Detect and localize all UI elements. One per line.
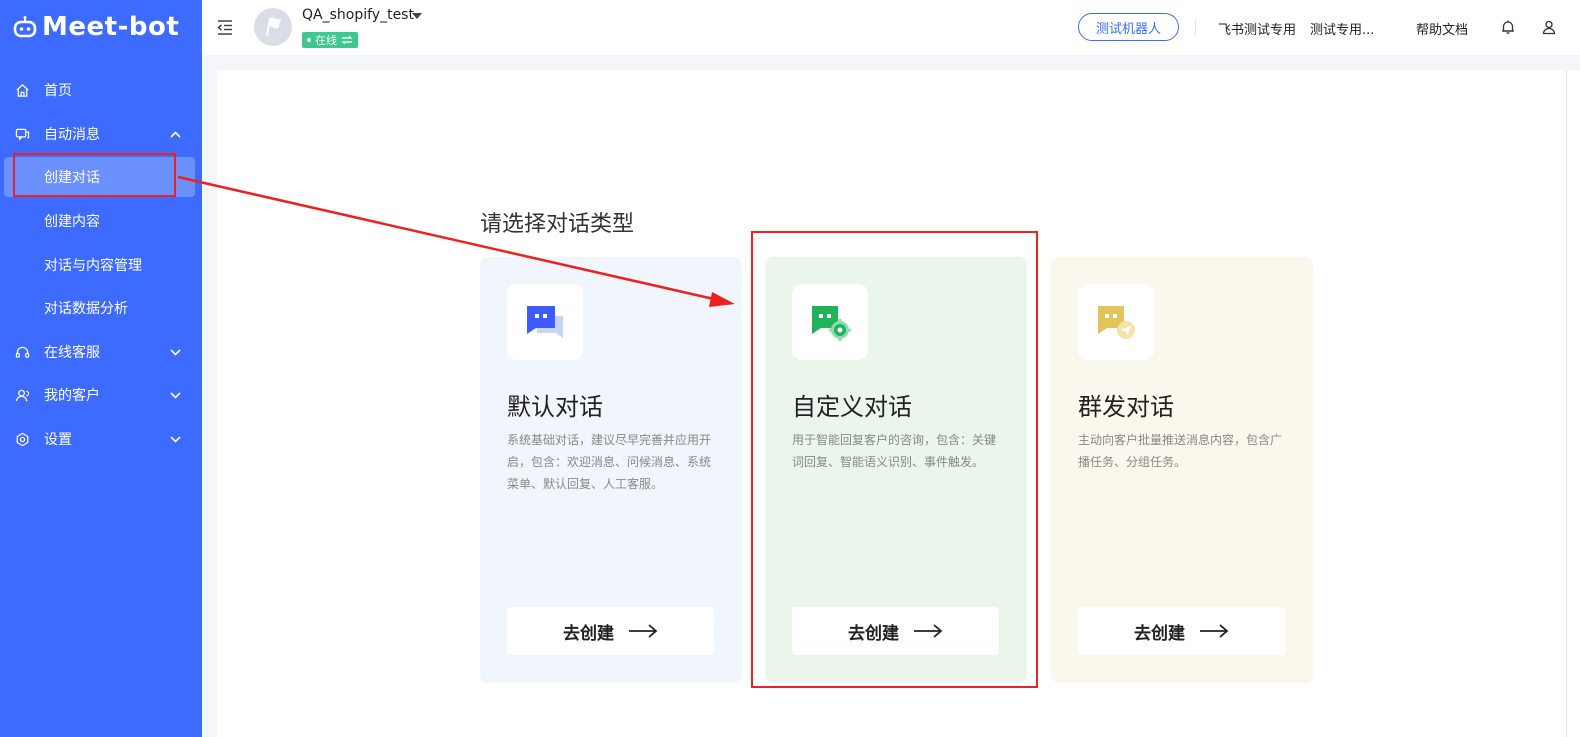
broadcast-chat-icon: [1078, 284, 1154, 360]
home-icon: [14, 82, 30, 98]
robot-logo-icon: [13, 16, 37, 38]
default-chat-icon: [507, 284, 583, 360]
sidebar-item-auto-message[interactable]: 自动消息: [0, 114, 202, 154]
card-title: 默认对话: [507, 393, 603, 421]
test-robot-button[interactable]: 测试机器人: [1078, 13, 1179, 41]
button-label: 去创建: [848, 623, 899, 644]
card-description: 系统基础对话，建议尽早完善并应用开启，包含：欢迎消息、问候消息、系统菜单、默认回…: [507, 433, 712, 491]
sidebar-item-label: 设置: [44, 432, 72, 448]
chat-icon: [14, 126, 30, 142]
header-link-test-only[interactable]: 测试专用...: [1310, 19, 1374, 38]
sidebar-item-label: 自动消息: [44, 127, 100, 143]
headset-icon: [14, 344, 30, 360]
sidebar-item-label: 创建内容: [44, 214, 100, 230]
sidebar-item-label: 首页: [44, 83, 72, 99]
caret-down-icon[interactable]: [411, 11, 423, 21]
divider: [1195, 19, 1196, 35]
user-profile-icon[interactable]: [1541, 19, 1557, 35]
page-title: 请选择对话类型: [480, 212, 635, 237]
chevron-up-icon: [168, 127, 182, 141]
button-label: 去创建: [1134, 623, 1185, 644]
sidebar-item-label: 对话数据分析: [44, 301, 128, 317]
sidebar-item-label: 创建对话: [44, 170, 100, 186]
status-text: 在线: [315, 34, 337, 47]
card-default-dialog: 默认对话 系统基础对话，建议尽早完善并应用开启，包含：欢迎消息、问候消息、系统菜…: [480, 257, 742, 683]
collapse-menu-icon[interactable]: [216, 18, 234, 36]
scrollbar-track: [1566, 70, 1567, 737]
custom-chat-icon: [792, 284, 868, 360]
help-docs-link[interactable]: 帮助文档: [1416, 19, 1468, 38]
card-description: 主动向客户批量推送消息内容，包含广播任务、分组任务。: [1078, 433, 1283, 469]
user-icon: [14, 387, 30, 403]
sidebar-item-label: 对话与内容管理: [44, 258, 142, 274]
sidebar-item-create-dialog[interactable]: 创建对话: [0, 157, 202, 197]
status-dot: [307, 38, 311, 42]
arrow-right-icon: [914, 624, 943, 638]
chevron-down-icon: [168, 432, 182, 446]
card-broadcast-dialog: 群发对话 主动向客户批量推送消息内容，包含广播任务、分组任务。 去创建: [1051, 257, 1313, 683]
status-badge[interactable]: 在线: [302, 32, 358, 48]
flag-avatar-icon: [266, 17, 281, 37]
bell-icon[interactable]: [1500, 19, 1516, 35]
sidebar-item-dialog-analytics[interactable]: 对话数据分析: [0, 288, 202, 328]
sidebar-item-label: 在线客服: [44, 345, 100, 361]
card-title: 群发对话: [1078, 393, 1174, 421]
sidebar-item-dialog-content-management[interactable]: 对话与内容管理: [0, 245, 202, 285]
sidebar-item-online-service[interactable]: 在线客服: [0, 332, 202, 372]
sidebar-item-create-content[interactable]: 创建内容: [0, 201, 202, 241]
account-name[interactable]: QA_shopify_test: [302, 7, 414, 23]
sidebar-item-home[interactable]: 首页: [0, 70, 202, 110]
brand-logo[interactable]: Meet-bot: [12, 10, 179, 44]
create-broadcast-dialog-button[interactable]: 去创建: [1078, 607, 1285, 655]
sidebar-item-my-customers[interactable]: 我的客户: [0, 375, 202, 415]
arrow-right-icon: [1200, 624, 1229, 638]
sidebar-item-settings[interactable]: 设置: [0, 419, 202, 459]
card-custom-dialog: 自定义对话 用于智能回复客户的咨询，包含：关键词回复、智能语义识别、事件触发。 …: [765, 257, 1027, 683]
header-link-feishu-test[interactable]: 飞书测试专用: [1218, 19, 1296, 38]
chevron-down-icon: [168, 345, 182, 359]
gear-icon: [14, 431, 30, 447]
button-label: 去创建: [563, 623, 614, 644]
create-default-dialog-button[interactable]: 去创建: [507, 607, 714, 655]
sidebar: Meet-bot 首页 自动消息 创建对话 创建内容 对话与内容管理 对话数据分…: [0, 0, 202, 737]
create-custom-dialog-button[interactable]: 去创建: [792, 607, 999, 655]
switch-icon: [341, 35, 353, 45]
chevron-down-icon: [168, 388, 182, 402]
sidebar-item-label: 我的客户: [44, 388, 100, 404]
arrow-right-icon: [629, 624, 658, 638]
card-title: 自定义对话: [792, 393, 912, 421]
card-description: 用于智能回复客户的咨询，包含：关键词回复、智能语义识别、事件触发。: [792, 433, 997, 469]
account-avatar[interactable]: [254, 8, 292, 46]
brand-name: Meet-bot: [42, 12, 180, 42]
